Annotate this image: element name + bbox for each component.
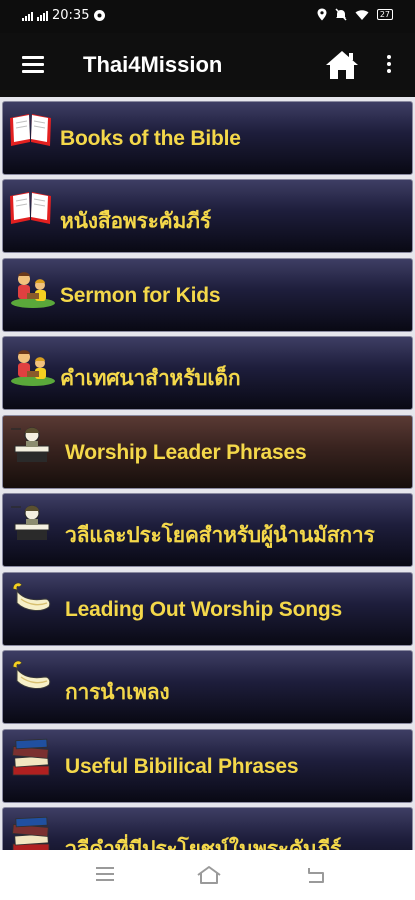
list-item-worship-leader-phrases[interactable]: Worship Leader Phrases [2,415,413,489]
bible-icon [7,108,55,152]
back-icon[interactable] [305,865,327,885]
list-item-books-of-bible[interactable]: Books of the Bible [2,101,413,175]
horn-icon [7,579,55,623]
list-item-label: Worship Leader Phrases [65,441,307,464]
status-time: 20:35 [52,8,90,23]
notification-icon [94,10,106,21]
list-item-useful-biblical-phrases[interactable]: Useful Bibilical Phrases [2,729,413,803]
kids-icon [7,343,55,387]
home-icon[interactable] [325,49,359,81]
worship-leader-icon [7,422,55,466]
bible-icon [7,186,55,230]
list-item-sermon-for-kids-thai[interactable]: คำเทศนาสำหรับเด็ก [2,336,413,410]
home-nav-icon[interactable] [196,865,222,885]
horn-icon [7,657,55,701]
worship-leader-icon [7,500,55,544]
list-item-label: วลีและประโยคสำหรับผู้นำนมัสการ [65,524,375,547]
app-title: Thai4Mission [83,52,223,77]
more-options-icon[interactable] [386,55,392,77]
books-icon [7,736,55,780]
list-item-sermon-for-kids[interactable]: Sermon for Kids [2,258,413,332]
list-item-label: วลีคำที่มีประโยชน์ในพระคัมภีร์ [65,838,342,850]
list-item-label: Sermon for Kids [60,284,221,307]
system-navigation-bar [0,850,415,900]
mute-icon [335,8,347,21]
menu-icon[interactable] [22,56,44,74]
wifi-signal-icon [37,10,48,21]
list-item-label: Books of the Bible [60,127,241,150]
list-item-worship-leader-phrases-thai[interactable]: วลีและประโยคสำหรับผู้นำนมัสการ [2,493,413,567]
list-item-leading-worship-songs[interactable]: Leading Out Worship Songs [2,572,413,646]
list-item-leading-worship-songs-thai[interactable]: การนำเพลง [2,650,413,724]
list-item-label: Leading Out Worship Songs [65,598,342,621]
list-item-useful-biblical-phrases-thai[interactable]: วลีคำที่มีประโยชน์ในพระคัมภีร์ [2,807,413,850]
list-item-label: คำเทศนาสำหรับเด็ก [60,367,241,390]
recent-apps-icon[interactable] [94,865,116,883]
list-item-label: หนังสือพระคัมภีร์ [60,210,211,233]
signal-icon [22,11,33,21]
wifi-icon [355,9,369,20]
list-item-books-of-bible-thai[interactable]: หนังสือพระคัมภีร์ [2,179,413,253]
list-item-label: การนำเพลง [65,681,170,704]
menu-list: Books of the Bible หนังสือพระคัมภีร์ Ser… [0,97,415,850]
location-icon [317,8,327,21]
status-bar: 20:35 27 [0,0,415,33]
battery-indicator: 27 [376,9,393,20]
kids-icon [7,265,55,309]
list-item-label: Useful Bibilical Phrases [65,755,299,778]
app-bar: Thai4Mission [0,33,415,97]
books-icon [7,814,55,850]
